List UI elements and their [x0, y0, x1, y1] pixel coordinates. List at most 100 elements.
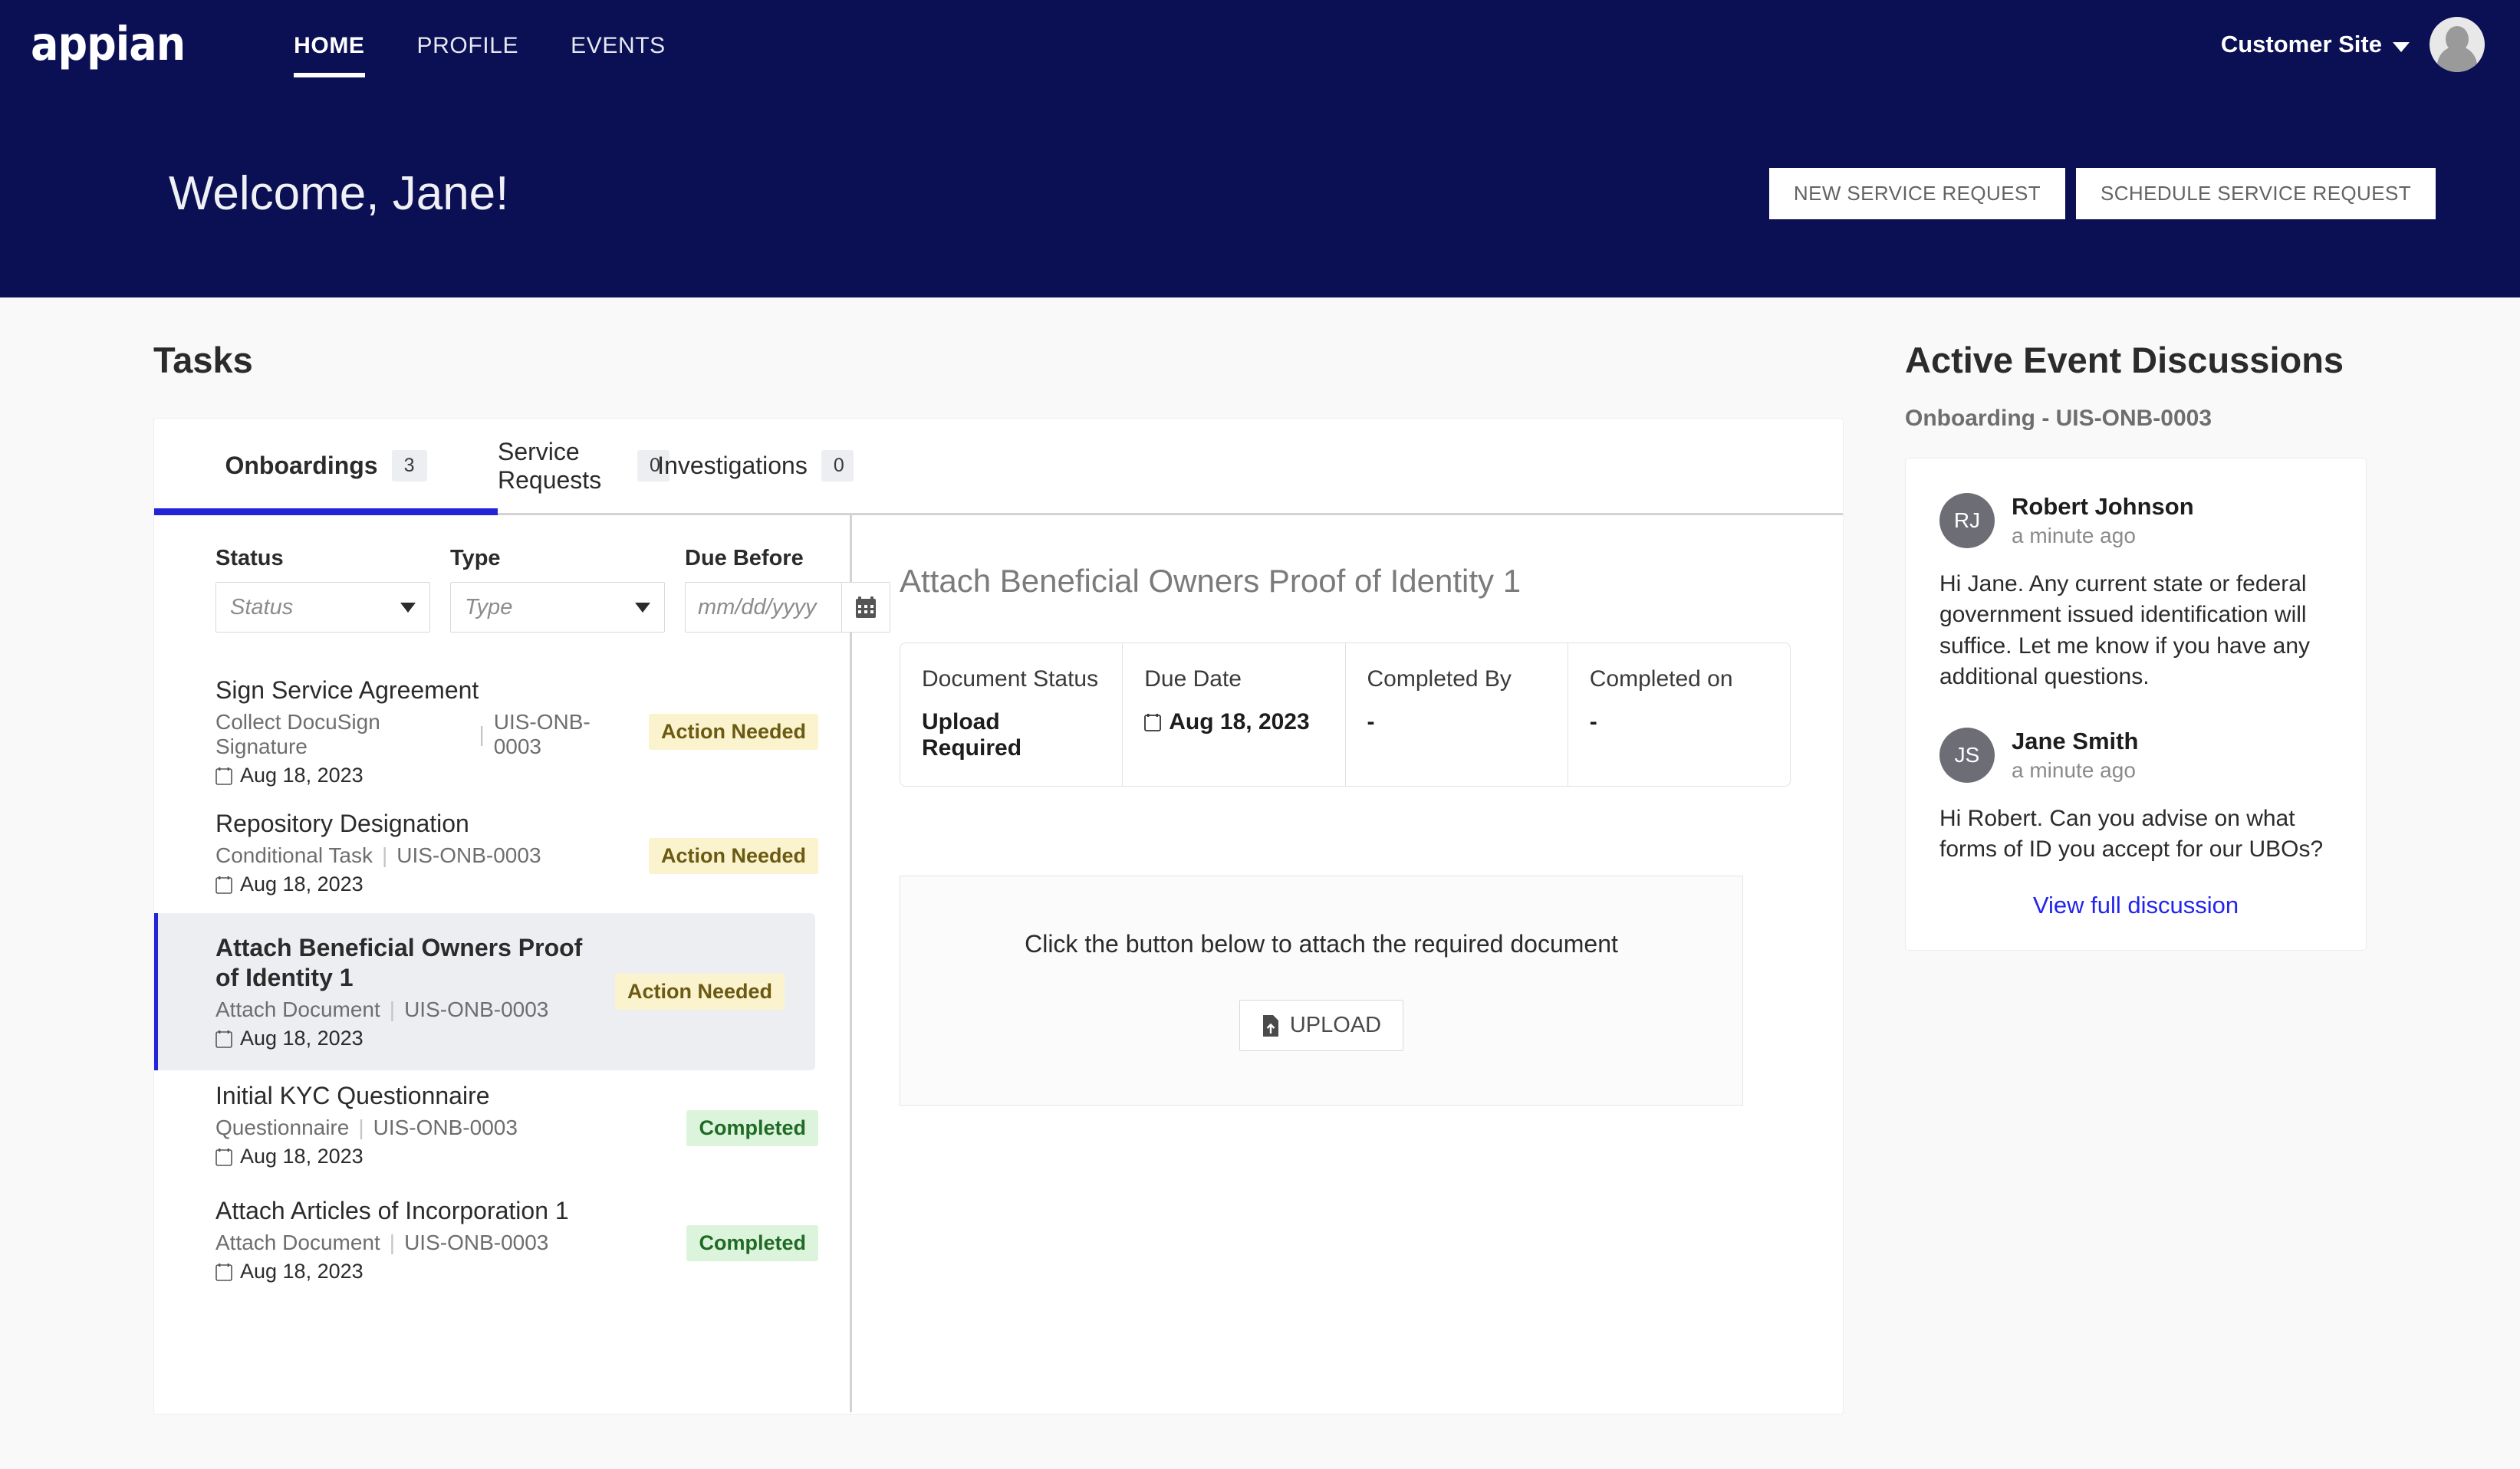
task-list-item-selected[interactable]: Attach Beneficial Owners Proof of Identi… — [154, 913, 815, 1071]
nav-item-profile[interactable]: PROFILE — [391, 31, 545, 58]
task-item-text: Repository Designation Conditional Task … — [215, 809, 649, 896]
tasks-card: Onboardings 3 Service Requests 0 Investi… — [153, 418, 1844, 1415]
filter-type: Type Type — [450, 546, 665, 633]
top-navigation-bar: appian HOME PROFILE EVENTS Customer Site — [0, 0, 2520, 89]
nav-item-events[interactable]: EVENTS — [544, 31, 692, 58]
message-author: Robert Johnson — [2012, 493, 2194, 520]
type-select[interactable]: Type — [450, 582, 665, 633]
task-item-type: Attach Document — [215, 997, 380, 1022]
status-badge: Action Needed — [648, 713, 818, 750]
column-header: Completed By — [1367, 666, 1512, 692]
task-item-type: Conditional Task — [215, 843, 373, 868]
new-service-request-button[interactable]: NEW SERVICE REQUEST — [1768, 167, 2065, 219]
appian-logo[interactable]: appian — [31, 21, 186, 67]
filter-type-label: Type — [450, 546, 501, 570]
cell-value: - — [1367, 709, 1375, 734]
task-list-pane: Status Status Type Type Due Before mm/dd… — [154, 515, 890, 1412]
task-item-text: Sign Service Agreement Collect DocuSign … — [215, 675, 649, 787]
task-item-date-text: Aug 18, 2023 — [240, 764, 364, 787]
calendar-icon — [215, 1030, 232, 1048]
chevron-down-icon — [635, 602, 650, 613]
task-item-date: Aug 18, 2023 — [215, 1145, 671, 1168]
task-item-title: Attach Beneficial Owners Proof of Identi… — [215, 934, 583, 992]
detail-col-completed-on: Completed on - — [1568, 643, 1790, 786]
discussions-title: Active Event Discussions — [1905, 340, 2344, 380]
task-item-title: Attach Articles of Incorporation 1 — [215, 1197, 569, 1225]
meta-separator: | — [381, 843, 388, 868]
task-item-date-text: Aug 18, 2023 — [240, 1027, 364, 1050]
task-list-item[interactable]: Sign Service Agreement Collect DocuSign … — [154, 665, 849, 798]
filter-status-label: Status — [215, 546, 284, 570]
meta-separator: | — [358, 1116, 364, 1140]
calendar-icon — [215, 1148, 232, 1166]
task-item-title: Sign Service Agreement — [215, 676, 479, 704]
upload-file-icon — [1262, 1014, 1278, 1037]
column-header: Due Date — [1144, 666, 1242, 692]
status-badge: Completed — [686, 1224, 818, 1261]
task-item-date-text: Aug 18, 2023 — [240, 1145, 364, 1168]
tab-service-requests[interactable]: Service Requests 0 — [498, 419, 669, 513]
status-select[interactable]: Status — [215, 582, 430, 633]
message-identity: Jane Smith a minute ago — [2012, 727, 2138, 784]
discussion-message: JS Jane Smith a minute ago Hi Robert. Ca… — [1939, 727, 2332, 866]
welcome-banner: Welcome, Jane! NEW SERVICE REQUEST SCHED… — [0, 89, 2520, 297]
welcome-heading: Welcome, Jane! — [169, 166, 509, 220]
banner-actions: NEW SERVICE REQUEST SCHEDULE SERVICE REQ… — [1768, 167, 2436, 219]
task-item-title: Repository Designation — [215, 810, 469, 838]
task-item-text: Attach Beneficial Owners Proof of Identi… — [215, 933, 615, 1050]
site-switcher[interactable]: Customer Site — [2221, 31, 2410, 58]
nav-right-cluster: Customer Site — [2221, 17, 2485, 72]
status-badge: Action Needed — [614, 974, 785, 1011]
task-item-ref: UIS-ONB-0003 — [396, 843, 541, 868]
task-list-item[interactable]: Attach Articles of Incorporation 1 Attac… — [154, 1185, 849, 1300]
upload-button[interactable]: UPLOAD — [1239, 1000, 1404, 1051]
discussion-card: RJ Robert Johnson a minute ago Hi Jane. … — [1905, 458, 2367, 951]
task-item-meta: Attach Document | UIS-ONB-0003 — [215, 1231, 671, 1255]
tab-investigations-count: 0 — [821, 450, 854, 481]
upload-button-label: UPLOAD — [1289, 1013, 1382, 1037]
status-badge: Completed — [686, 1109, 818, 1146]
detail-col-document-status: Document Status Upload Required — [900, 643, 1123, 786]
cell-value-wrap: Aug 18, 2023 — [1144, 709, 1323, 735]
nav-item-home[interactable]: HOME — [268, 31, 390, 77]
task-item-type: Questionnaire — [215, 1116, 350, 1140]
detail-col-due-date: Due Date Aug 18, 2023 — [1123, 643, 1346, 786]
calendar-icon — [215, 767, 232, 785]
meta-separator: | — [479, 722, 485, 747]
task-item-date-text: Aug 18, 2023 — [240, 1260, 364, 1283]
tab-investigations[interactable]: Investigations 0 — [657, 419, 854, 513]
tasks-column: Tasks Onboardings 3 Service Requests 0 I… — [0, 339, 1844, 1415]
column-header: Completed on — [1589, 666, 1733, 692]
task-item-ref: UIS-ONB-0003 — [373, 1116, 518, 1140]
tab-onboardings[interactable]: Onboardings 3 — [154, 419, 498, 515]
column-header: Document Status — [922, 666, 1099, 692]
cell-value: Upload Required — [922, 709, 1022, 761]
due-before-input[interactable] — [685, 582, 841, 633]
task-item-text: Initial KYC Questionnaire Questionnaire … — [215, 1081, 686, 1168]
task-item-ref: UIS-ONB-0003 — [493, 710, 591, 759]
task-list-item[interactable]: Initial KYC Questionnaire Questionnaire … — [154, 1070, 849, 1185]
task-item-meta: Questionnaire | UIS-ONB-0003 — [215, 1116, 671, 1140]
status-select-value: Status — [230, 594, 294, 619]
message-identity: Robert Johnson a minute ago — [2012, 492, 2194, 549]
type-select-value: Type — [465, 594, 513, 619]
message-body: Hi Robert. Can you advise on what forms … — [1939, 805, 2324, 863]
task-item-text: Attach Articles of Incorporation 1 Attac… — [215, 1196, 686, 1283]
task-item-date: Aug 18, 2023 — [215, 1027, 600, 1050]
task-item-ref: UIS-ONB-0003 — [404, 997, 549, 1022]
status-badge: Action Needed — [648, 837, 818, 874]
detail-title: Attach Beneficial Owners Proof of Identi… — [900, 563, 1522, 599]
task-item-meta: Attach Document | UIS-ONB-0003 — [215, 997, 600, 1022]
tab-onboardings-label: Onboardings — [225, 452, 378, 479]
user-avatar[interactable] — [2430, 17, 2485, 72]
schedule-service-request-button[interactable]: SCHEDULE SERVICE REQUEST — [2076, 167, 2436, 219]
upload-dropzone: Click the button below to attach the req… — [900, 876, 1743, 1106]
task-list-item[interactable]: Repository Designation Conditional Task … — [154, 798, 849, 913]
message-header: JS Jane Smith a minute ago — [1939, 727, 2332, 784]
view-full-discussion-link[interactable]: View full discussion — [1939, 892, 2332, 919]
site-switcher-label: Customer Site — [2220, 31, 2382, 58]
task-item-title: Initial KYC Questionnaire — [215, 1082, 490, 1110]
calendar-icon — [1144, 714, 1162, 731]
tab-service-requests-label: Service Requests — [498, 437, 602, 494]
task-item-meta: Collect DocuSign Signature | UIS-ONB-000… — [215, 710, 633, 759]
